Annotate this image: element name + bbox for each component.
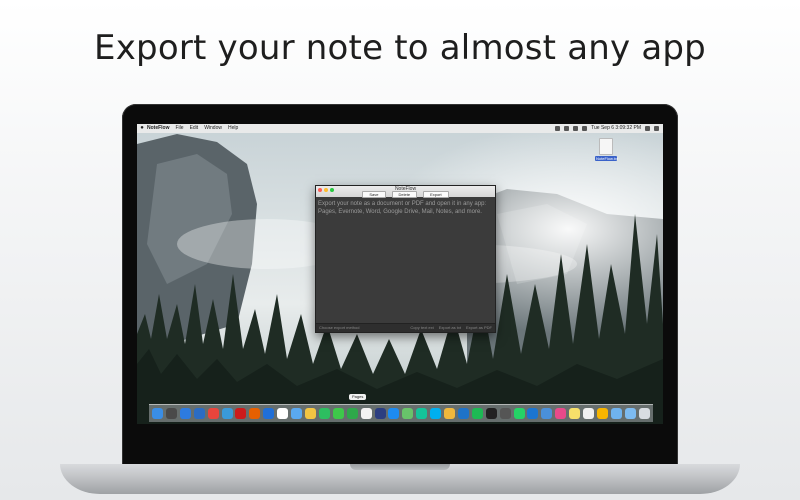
xcode-icon[interactable] — [527, 408, 539, 419]
status-icon[interactable] — [564, 126, 570, 131]
bluetooth-icon[interactable] — [263, 408, 275, 419]
launchpad-icon[interactable] — [165, 408, 177, 419]
document-icon — [599, 138, 613, 155]
notepad-icon[interactable] — [583, 408, 595, 419]
menu-app-name[interactable]: NoteFlow — [147, 124, 170, 133]
export-button[interactable]: Export — [423, 191, 449, 198]
delete-button[interactable]: Delete — [391, 191, 418, 198]
apple-menu-icon[interactable]: ● — [137, 124, 147, 133]
skype-icon[interactable] — [430, 408, 442, 419]
desktop-file-label: NoteFlow.txt — [595, 156, 619, 161]
status-icon[interactable] — [555, 126, 561, 131]
appstore-icon[interactable] — [388, 408, 400, 419]
window-toolbar: Save Delete Export — [316, 191, 495, 198]
safari-icon[interactable] — [179, 408, 191, 419]
opera-icon[interactable] — [235, 408, 247, 419]
dock-tooltip: Pages — [349, 394, 367, 400]
menu-clock[interactable]: Tue Sep 6 3:09:32 PM — [591, 124, 641, 133]
export-method-label: Choose export method — [319, 325, 360, 330]
sketch-icon[interactable] — [597, 408, 608, 419]
firefox-icon[interactable] — [249, 408, 261, 419]
finder-icon[interactable] — [152, 408, 163, 419]
save-button[interactable]: Save — [362, 191, 386, 198]
wifi-icon[interactable] — [573, 126, 579, 131]
compass-icon[interactable] — [193, 408, 205, 419]
note-text-area[interactable]: Export your note as a document or PDF an… — [316, 197, 495, 219]
facetime-icon[interactable] — [346, 408, 358, 419]
spotify-icon[interactable] — [471, 408, 483, 419]
camera-icon[interactable] — [499, 408, 511, 419]
maps-icon[interactable] — [402, 408, 414, 419]
noteflow-window: NoteFlow Save Delete Export Export your … — [315, 185, 496, 333]
mail-icon[interactable] — [291, 408, 303, 419]
itunes-icon[interactable] — [555, 408, 567, 419]
stickies-icon[interactable] — [569, 408, 581, 419]
pages-icon[interactable] — [360, 408, 372, 419]
laptop-screen: ● NoteFlow File Edit Window Help Tue Sep… — [137, 124, 663, 424]
chrome-icon[interactable] — [207, 408, 219, 419]
downloads-icon[interactable] — [624, 408, 636, 419]
calendar-icon[interactable] — [277, 408, 289, 419]
trash-icon[interactable] — [638, 408, 650, 419]
battery-icon[interactable] — [582, 126, 588, 131]
onedrive-icon[interactable] — [457, 408, 469, 419]
folder-icon[interactable] — [610, 408, 622, 419]
search-icon[interactable] — [645, 126, 650, 131]
grammarly-icon[interactable] — [416, 408, 428, 419]
globe-icon[interactable] — [221, 408, 233, 419]
page-headline: Export your note to almost any app — [94, 28, 706, 68]
menu-edit[interactable]: Edit — [190, 124, 199, 133]
desktop-file[interactable]: NoteFlow.txt — [595, 138, 619, 161]
evernote-icon[interactable] — [318, 408, 330, 419]
list-icon[interactable] — [654, 126, 659, 131]
menu-file[interactable]: File — [176, 124, 184, 133]
photos-icon[interactable] — [444, 408, 456, 419]
laptop-notch — [350, 464, 450, 470]
menu-help[interactable]: Help — [228, 124, 238, 133]
window-titlebar[interactable]: NoteFlow Save Delete Export — [316, 186, 495, 198]
pencil-icon[interactable] — [541, 408, 553, 419]
menu-window[interactable]: Window — [204, 124, 222, 133]
menu-bar: ● NoteFlow File Edit Window Help Tue Sep… — [137, 124, 663, 133]
whatsapp-icon[interactable] — [513, 408, 525, 419]
terminal-icon[interactable] — [485, 408, 497, 419]
noteflow-icon[interactable] — [374, 408, 386, 419]
messages-icon[interactable] — [332, 408, 344, 419]
notes-icon[interactable] — [304, 408, 316, 419]
window-footer: Choose export method Copy text ext Expor… — [316, 323, 495, 332]
export-pdf-button[interactable]: Export as PDF — [466, 324, 492, 332]
copy-text-button[interactable]: Copy text ext — [410, 324, 433, 332]
dock — [149, 404, 653, 422]
export-txt-button[interactable]: Export as txt — [439, 324, 461, 332]
